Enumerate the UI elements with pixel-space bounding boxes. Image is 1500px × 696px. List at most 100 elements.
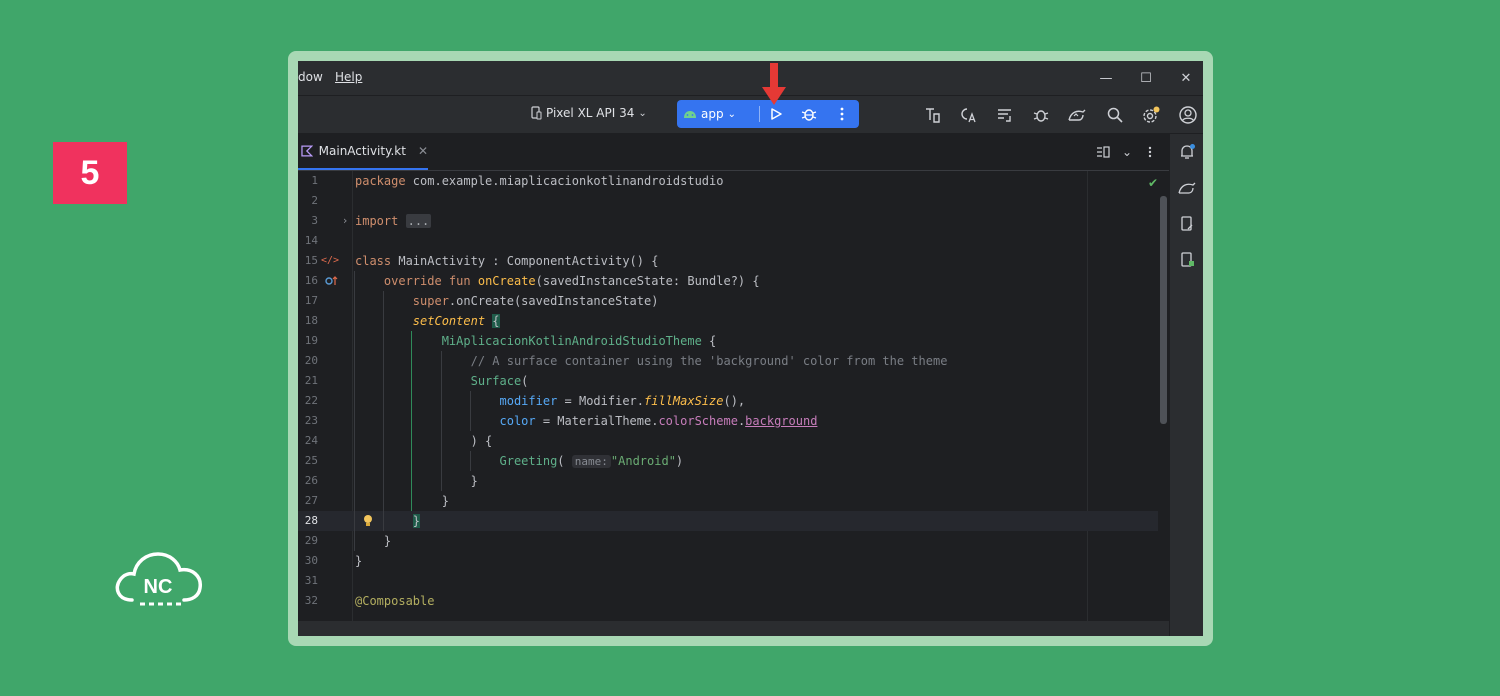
project-structure-icon <box>926 108 940 123</box>
code-line: 16 override fun onCreate(savedInstanceSt… <box>298 271 1169 291</box>
named-argument: color <box>499 414 536 428</box>
settings-icon <box>1143 106 1160 123</box>
play-icon <box>771 108 782 120</box>
function-call: setContent <box>412 314 486 328</box>
maximize-button[interactable]: ☐ <box>1134 67 1158 89</box>
tab-more-button[interactable] <box>1143 142 1157 162</box>
editor-tab-bar: MainActivity.kt ✕ ⌄ <box>298 134 1169 171</box>
line-number: 25 <box>304 454 318 467</box>
package-name: com.example.miaplicacionkotlinandroidstu… <box>405 174 724 188</box>
sync-icon <box>998 109 1011 122</box>
line-number: 23 <box>304 414 318 427</box>
line-number: 20 <box>304 354 318 367</box>
gradle-button[interactable] <box>1177 178 1197 198</box>
more-actions-button[interactable] <box>832 104 852 124</box>
close-tab-icon[interactable]: ✕ <box>418 144 428 158</box>
line-number: 15 <box>304 254 318 267</box>
indent-guide <box>354 271 355 551</box>
divider <box>759 106 760 122</box>
debug-button[interactable] <box>799 104 819 124</box>
folded-imports[interactable]: ... <box>405 214 432 228</box>
chevron-down-icon: ⌄ <box>727 108 736 120</box>
device-manager-button[interactable] <box>1177 214 1197 234</box>
device-selector[interactable]: Pixel XL API 34 ⌄ <box>530 106 647 120</box>
title-bar: dow Help — ☐ ✕ <box>298 61 1203 96</box>
composable-call: Surface <box>470 374 522 388</box>
code-line: 24 ) { <box>298 431 1169 451</box>
settings-button[interactable] <box>1140 104 1162 126</box>
android-icon <box>684 111 696 118</box>
code-line: 1 package com.example.miaplicacionkotlina… <box>298 171 1169 191</box>
paren: ) <box>675 454 684 468</box>
override-icon[interactable] <box>322 272 340 290</box>
line-number: 19 <box>304 334 318 347</box>
close-window-button[interactable]: ✕ <box>1174 67 1198 89</box>
code-line-current: 28 } <box>298 511 1169 531</box>
composable-call: MiAplicacionKotlinAndroidStudioTheme <box>441 334 702 348</box>
bug-icon <box>801 109 817 121</box>
translate-icon <box>961 108 976 123</box>
code-line: 29 } <box>298 531 1169 551</box>
step-number-badge: 5 <box>53 142 127 204</box>
run-button[interactable] <box>766 104 786 124</box>
search-icon <box>1107 107 1123 123</box>
sync-button[interactable] <box>994 104 1016 126</box>
menu-help[interactable]: Help <box>335 70 362 84</box>
menu-window[interactable]: dow <box>298 70 323 84</box>
code-line: 26 } <box>298 471 1169 491</box>
run-config-selector[interactable]: app ⌄ <box>683 105 736 123</box>
fold-chevron-icon[interactable]: › <box>336 212 354 230</box>
call-suffix: (), <box>723 394 746 408</box>
minimize-button[interactable]: — <box>1094 67 1118 89</box>
account-button[interactable] <box>1177 104 1199 126</box>
line-number: 21 <box>304 374 318 387</box>
run-config-label: app <box>701 107 724 121</box>
code-line: 17 super.onCreate(savedInstanceState) <box>298 291 1169 311</box>
code-line: 23 color = MaterialTheme.colorScheme.bac… <box>298 411 1169 431</box>
line-number: 22 <box>304 394 318 407</box>
logo-text: NC <box>144 576 173 598</box>
android-studio-window: dow Help — ☐ ✕ Pixel XL API 34 ⌄ app ⌄ M… <box>298 61 1203 636</box>
function-params: (savedInstanceState: Bundle?) { <box>535 274 760 288</box>
code-line: 19 MiAplicacionKotlinAndroidStudioTheme … <box>298 331 1169 351</box>
running-devices-button[interactable] <box>1177 250 1197 270</box>
parameter-hint: name: <box>571 455 611 468</box>
profiler-button[interactable] <box>1066 104 1088 126</box>
notifications-button[interactable] <box>1177 142 1197 162</box>
tab-label: MainActivity.kt <box>318 144 406 158</box>
code-comment: // A surface container using the 'backgr… <box>470 354 948 368</box>
tab-mainactivity[interactable]: MainActivity.kt ✕ <box>298 134 428 170</box>
indent-guide <box>441 351 442 491</box>
attach-debugger-button[interactable] <box>1030 104 1052 126</box>
code-line: 27 } <box>298 491 1169 511</box>
indent-guide <box>470 391 471 431</box>
code-line: 2 <box>298 191 1169 211</box>
project-structure-button[interactable] <box>921 104 943 126</box>
no-problems-check-icon[interactable]: ✔ <box>1148 176 1158 190</box>
matched-brace: { <box>492 314 500 328</box>
line-number: 30 <box>304 554 318 567</box>
code-editor[interactable]: 1 package com.example.miaplicacionkotlina… <box>298 171 1169 621</box>
assignment: = MaterialTheme. <box>535 414 659 428</box>
status-bar <box>298 621 1169 636</box>
class-declaration: MainActivity : ComponentActivity() { <box>391 254 659 268</box>
property-underlined: background <box>745 414 818 428</box>
code-text: } <box>383 534 392 548</box>
line-number: 18 <box>304 314 318 327</box>
tab-list-button[interactable]: ⌄ <box>1120 142 1134 162</box>
line-number: 14 <box>304 234 318 247</box>
reader-mode-button[interactable] <box>1094 142 1112 162</box>
translate-button[interactable] <box>957 104 979 126</box>
code-tag-icon[interactable]: </> <box>321 252 339 270</box>
line-number: 32 <box>304 594 318 607</box>
search-button[interactable] <box>1104 104 1126 126</box>
string-literal: "Android" <box>610 454 676 468</box>
account-icon <box>1179 106 1197 124</box>
line-number: 16 <box>304 274 318 287</box>
scrollbar-thumb[interactable] <box>1160 196 1167 424</box>
nc-cloud-logo: NC <box>112 548 206 612</box>
menu-help-label: Help <box>335 70 363 84</box>
line-number: 17 <box>304 294 318 307</box>
paren: ( <box>521 374 529 388</box>
matched-brace: } <box>412 514 421 528</box>
